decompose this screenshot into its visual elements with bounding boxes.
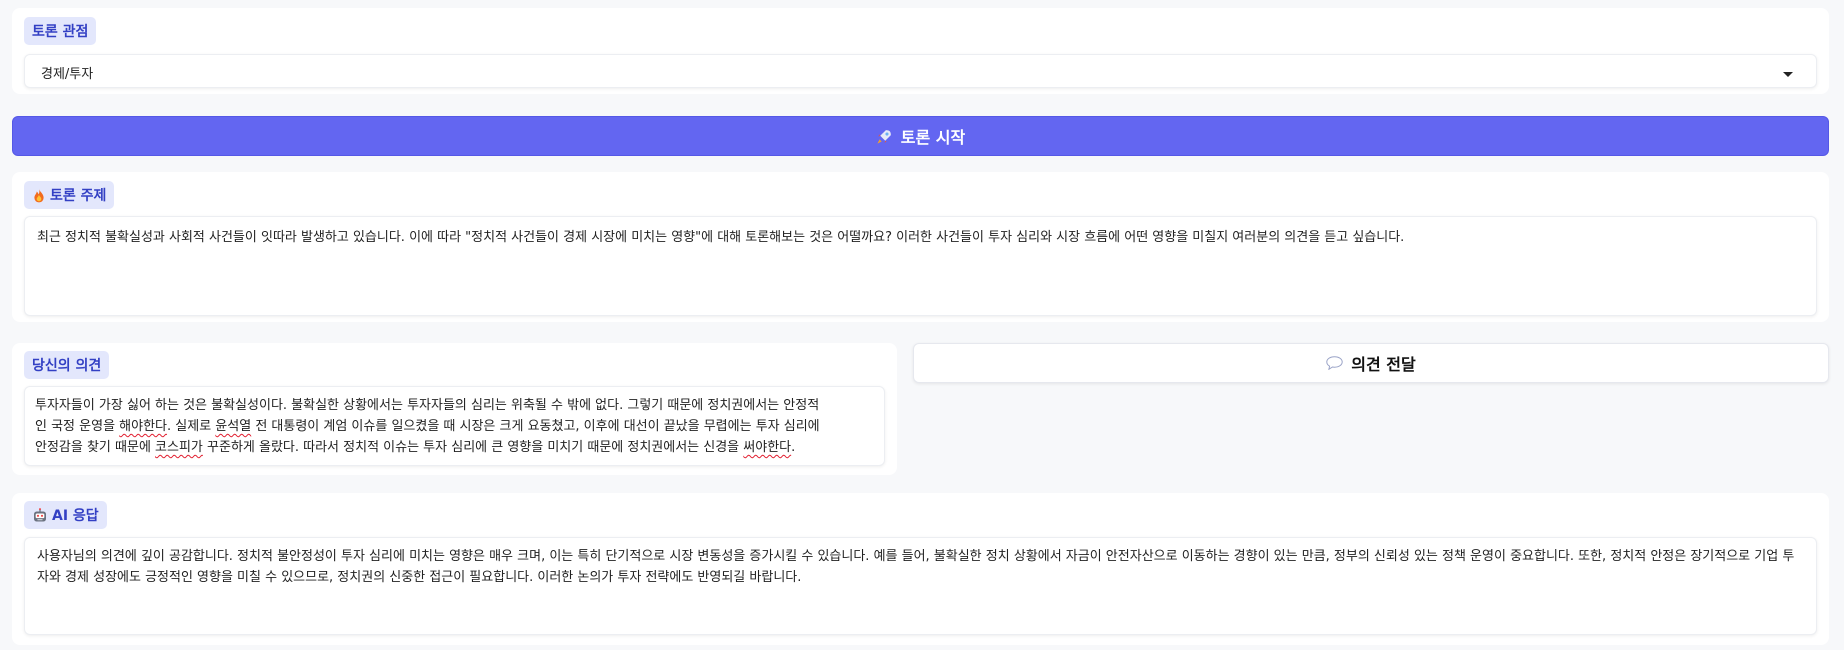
ai-response-panel: AI 응답 사용자님의 의견에 깊이 공감합니다. 정치적 불안정성이 투자 심…: [12, 493, 1829, 645]
ai-response-label: AI 응답: [24, 501, 107, 529]
ai-response-text: 사용자님의 의견에 깊이 공감합니다. 정치적 불안정성이 투자 심리에 미치는…: [37, 549, 1795, 585]
topic-label: 토론 주제: [24, 181, 115, 209]
rocket-icon: [876, 128, 893, 145]
spellcheck-word: 해야한다: [119, 419, 168, 434]
opinion-panel: 당신의 의견 투자자들이 가장 싫어 하는 것은 불확실성이다. 불확실한 상황…: [12, 343, 897, 475]
topic-panel: 토론 주제 최근 정치적 불확실성과 사회적 사건들이 잇따라 발생하고 있습니…: [12, 172, 1829, 322]
topic-text: 최근 정치적 불확실성과 사회적 사건들이 잇따라 발생하고 있습니다. 이에 …: [37, 230, 1405, 245]
opinion-text-segment: 전 대통령이 계엄 이슈를 일으켰을 때 시장은 크게 요동쳤고, 이후에 대선…: [251, 419, 820, 434]
opinion-label: 당신의 의견: [24, 351, 110, 379]
perspective-selected-value: 경제/투자: [41, 67, 94, 82]
perspective-label: 토론 관점: [24, 17, 97, 45]
chevron-down-icon: [1783, 72, 1793, 77]
opinion-text-segment: 투자자들이 가장 싫어 하는 것은 불확실성이다. 불확실한 상황에서는 투자자…: [35, 398, 820, 413]
opinion-text-segment: . 실제로: [167, 419, 216, 434]
spellcheck-word: 윤석열: [215, 419, 252, 434]
opinion-text-segment: 안정감을 찾기 때문에: [35, 440, 156, 455]
fire-icon: [32, 188, 46, 203]
opinion-text-segment: 꾸준하게 올랐다. 따라서 정치적 이슈는 투자 심리에 큰 영향을 미치기 때…: [202, 440, 744, 455]
spellcheck-word: 코스피가: [155, 440, 203, 455]
opinion-text-segment: 인 국정 운영을: [35, 419, 120, 434]
perspective-panel: 토론 관점 경제/투자: [12, 8, 1829, 94]
opinion-textarea[interactable]: 투자자들이 가장 싫어 하는 것은 불확실성이다. 불확실한 상황에서는 투자자…: [24, 386, 885, 466]
perspective-select[interactable]: 경제/투자: [24, 54, 1817, 88]
spellcheck-word: 써야한다: [743, 440, 792, 455]
robot-icon: [32, 507, 48, 523]
topic-text-box: 최근 정치적 불확실성과 사회적 사건들이 잇따라 발생하고 있습니다. 이에 …: [24, 216, 1817, 316]
start-debate-button[interactable]: 토론 시작: [12, 116, 1829, 156]
ai-response-text-box: 사용자님의 의견에 깊이 공감합니다. 정치적 불안정성이 투자 심리에 미치는…: [24, 537, 1817, 635]
opinion-text-segment: .: [791, 440, 796, 455]
opinion-text: 투자자들이 가장 싫어 하는 것은 불확실성이다. 불확실한 상황에서는 투자자…: [35, 398, 820, 455]
speech-bubble-icon: [1326, 356, 1343, 370]
send-opinion-button[interactable]: 의견 전달: [913, 343, 1829, 383]
